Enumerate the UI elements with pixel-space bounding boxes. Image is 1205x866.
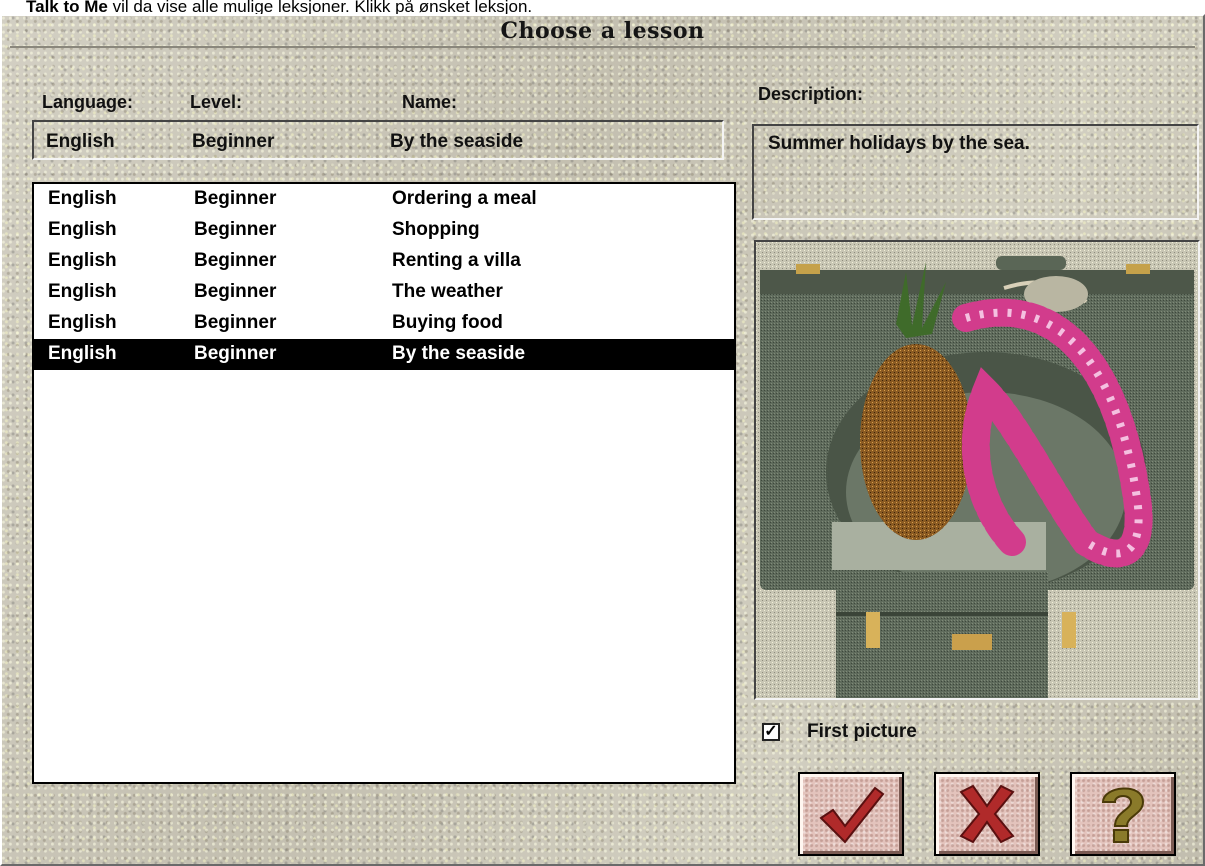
lesson-name: Buying food bbox=[392, 312, 503, 333]
choose-lesson-dialog: Choose a lesson Language: Level: Name: D… bbox=[0, 14, 1205, 866]
selected-lesson-display: English Beginner By the seaside bbox=[32, 120, 724, 160]
selected-level: Beginner bbox=[192, 131, 275, 152]
lesson-language: English bbox=[48, 281, 117, 302]
lesson-name: Shopping bbox=[392, 219, 480, 240]
help-button[interactable] bbox=[1070, 772, 1176, 856]
first-picture-label: First picture bbox=[807, 721, 917, 742]
x-icon bbox=[959, 784, 1015, 844]
description-text: Summer holidays by the sea. bbox=[768, 133, 1030, 154]
question-mark-icon bbox=[1101, 787, 1145, 843]
selected-language: English bbox=[46, 131, 115, 152]
lesson-language: English bbox=[48, 219, 117, 240]
lesson-language: English bbox=[48, 250, 117, 271]
lesson-row[interactable]: English Beginner Renting a villa bbox=[34, 246, 734, 277]
lesson-name: Ordering a meal bbox=[392, 188, 537, 209]
lesson-name: Renting a villa bbox=[392, 250, 521, 271]
header-level: Level: bbox=[190, 92, 243, 112]
lesson-row-selected[interactable]: English Beginner By the seaside bbox=[34, 339, 734, 370]
header-description: Description: bbox=[758, 84, 864, 104]
lesson-language: English bbox=[48, 188, 117, 209]
caption-app-name: Talk to Me bbox=[26, 0, 108, 14]
lesson-list[interactable]: English Beginner Ordering a meal English… bbox=[32, 182, 736, 784]
lesson-name: By the seaside bbox=[392, 343, 526, 364]
lesson-row[interactable]: English Beginner Shopping bbox=[34, 215, 734, 246]
selected-name: By the seaside bbox=[390, 131, 524, 152]
lesson-level: Beginner bbox=[194, 188, 277, 209]
header-name: Name: bbox=[402, 92, 458, 112]
checkmark-icon bbox=[819, 786, 885, 844]
lesson-row[interactable]: English Beginner Buying food bbox=[34, 308, 734, 339]
instruction-caption: Talk to Me vil da vise alle mulige leksj… bbox=[0, 0, 1205, 14]
checkbox-checked-icon[interactable]: ✓ bbox=[762, 723, 780, 741]
lesson-language: English bbox=[48, 312, 117, 333]
ok-button[interactable] bbox=[798, 772, 904, 856]
description-box: Summer holidays by the sea. bbox=[752, 124, 1199, 220]
cancel-button[interactable] bbox=[934, 772, 1040, 856]
lesson-level: Beginner bbox=[194, 343, 277, 364]
lesson-name: The weather bbox=[392, 281, 503, 302]
dialog-title: Choose a lesson bbox=[10, 16, 1195, 48]
lesson-level: Beginner bbox=[194, 250, 277, 271]
header-language: Language: bbox=[42, 92, 134, 112]
lesson-row[interactable]: English Beginner Ordering a meal bbox=[34, 184, 734, 215]
lesson-level: Beginner bbox=[194, 312, 277, 333]
lesson-level: Beginner bbox=[194, 219, 277, 240]
caption-text: vil da vise alle mulige leksjoner. Klikk… bbox=[107, 0, 533, 14]
lesson-picture bbox=[754, 240, 1200, 700]
lesson-language: English bbox=[48, 343, 117, 364]
lesson-level: Beginner bbox=[194, 281, 277, 302]
pineapple-lei-suitcase-picture bbox=[756, 242, 1198, 698]
lesson-row[interactable]: English Beginner The weather bbox=[34, 277, 734, 308]
